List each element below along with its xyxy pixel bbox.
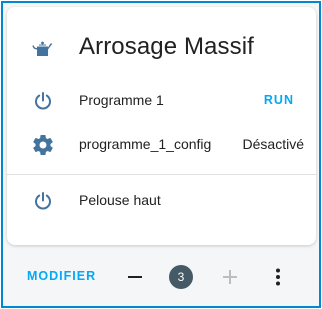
widget-frame: Arrosage Massif Programme 1 RUN programm… — [1, 1, 321, 308]
watering-can-icon — [31, 37, 55, 61]
edit-button[interactable]: MODIFIER — [27, 269, 96, 283]
power-icon — [31, 89, 55, 113]
entity-row-programme-1[interactable]: Programme 1 RUN — [7, 81, 316, 121]
card-header: Arrosage Massif — [7, 31, 316, 67]
entity-label: programme_1_config — [79, 136, 212, 152]
count-badge: 3 — [169, 265, 193, 289]
run-button[interactable]: RUN — [264, 93, 294, 107]
gear-icon — [31, 133, 55, 157]
entity-row-programme-1-config[interactable]: programme_1_config Désactivé — [7, 125, 316, 165]
divider — [7, 174, 316, 175]
minus-icon[interactable] — [123, 265, 147, 289]
power-icon — [31, 189, 55, 213]
edit-footer: MODIFIER 3 — [3, 255, 319, 299]
entity-row-pelouse-haut[interactable]: Pelouse haut — [7, 181, 316, 221]
plus-icon[interactable] — [218, 265, 242, 289]
entity-label: Programme 1 — [79, 92, 164, 108]
more-vertical-icon[interactable] — [266, 265, 290, 289]
entities-card: Arrosage Massif Programme 1 RUN programm… — [7, 7, 316, 245]
entity-state: Désactivé — [242, 136, 304, 152]
entity-label: Pelouse haut — [79, 192, 161, 208]
card-title: Arrosage Massif — [79, 33, 254, 60]
